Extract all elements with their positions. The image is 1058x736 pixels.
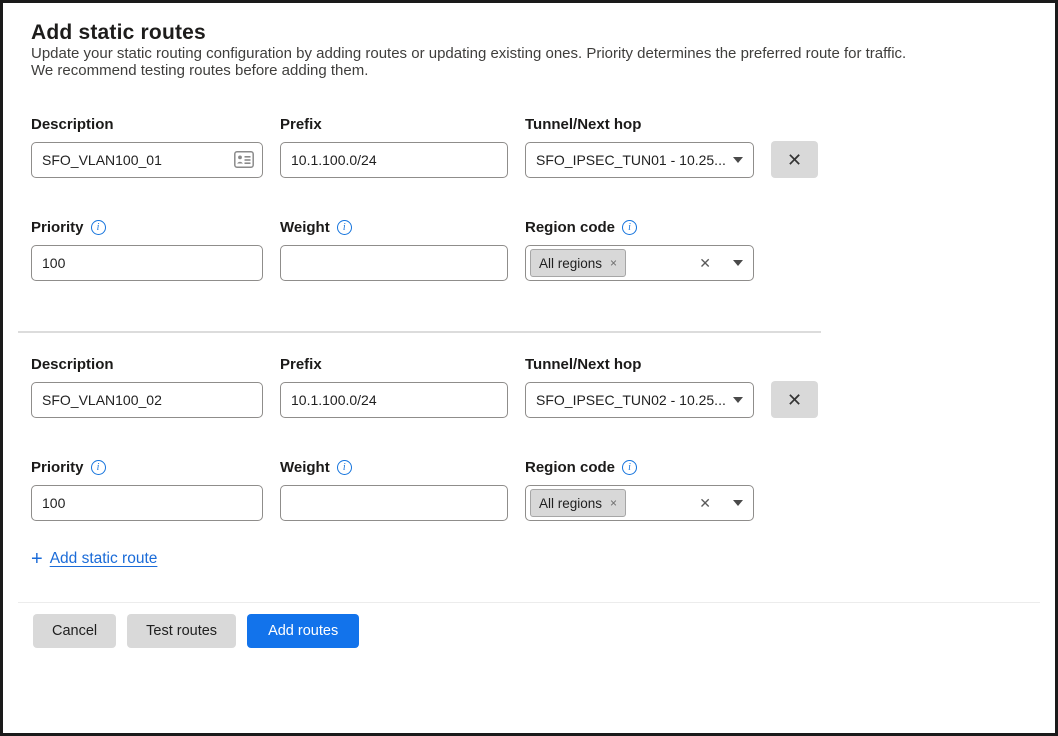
region-code-field: Region code i All regions × ✕ [525,458,754,521]
contact-card-icon[interactable] [234,151,254,168]
chevron-down-icon [733,157,743,163]
remove-route-button[interactable]: ✕ [771,381,818,418]
priority-label: Priority [31,218,84,237]
region-multiselect[interactable]: All regions × ✕ [525,485,754,521]
tunnel-next-hop-label: Tunnel/Next hop [525,355,754,374]
page-title: Add static routes [31,21,1027,45]
tunnel-field: Tunnel/Next hop SFO_IPSEC_TUN01 - 10.25.… [525,115,754,178]
clear-icon[interactable]: ✕ [699,496,711,510]
priority-field: Priority i [31,218,263,281]
tag-remove-icon[interactable]: × [610,497,617,509]
region-tag-label: All regions [539,256,602,271]
clear-icon[interactable]: ✕ [699,256,711,270]
prefix-input[interactable] [280,142,508,178]
description-input[interactable] [31,142,263,178]
info-icon[interactable]: i [337,220,352,235]
info-icon[interactable]: i [622,220,637,235]
info-icon[interactable]: i [337,460,352,475]
section-divider [18,331,821,333]
weight-label: Weight [280,218,330,237]
chevron-down-icon [733,500,743,506]
cancel-button[interactable]: Cancel [33,614,116,648]
priority-input[interactable] [31,485,263,521]
weight-input[interactable] [280,485,508,521]
chevron-down-icon [733,397,743,403]
priority-input[interactable] [31,245,263,281]
close-icon: ✕ [787,390,802,410]
info-icon[interactable]: i [91,220,106,235]
weight-label: Weight [280,458,330,477]
region-multiselect[interactable]: All regions × ✕ [525,245,754,281]
description-label: Description [31,355,263,374]
prefix-field: Prefix [280,355,508,418]
footer-actions: Cancel Test routes Add routes [31,603,1027,648]
intro-text: Update your static routing configuration… [31,45,1027,62]
tunnel-select-value: SFO_IPSEC_TUN02 - 10.25... [536,392,725,408]
priority-label: Priority [31,458,84,477]
plus-icon: + [31,549,43,569]
priority-field: Priority i [31,458,263,521]
info-icon[interactable]: i [622,460,637,475]
test-routes-button[interactable]: Test routes [127,614,236,648]
description-field: Description [31,115,263,178]
region-code-label: Region code [525,218,615,237]
tunnel-select[interactable]: SFO_IPSEC_TUN01 - 10.25... [525,142,754,178]
prefix-label: Prefix [280,115,508,134]
region-tag-label: All regions [539,496,602,511]
description-input[interactable] [31,382,263,418]
region-code-label: Region code [525,458,615,477]
prefix-label: Prefix [280,355,508,374]
tag-remove-icon[interactable]: × [610,257,617,269]
tunnel-next-hop-label: Tunnel/Next hop [525,115,754,134]
tunnel-field: Tunnel/Next hop SFO_IPSEC_TUN02 - 10.25.… [525,355,754,418]
close-icon: ✕ [787,150,802,170]
chevron-down-icon [733,260,743,266]
info-icon[interactable]: i [91,460,106,475]
recommendation-text: We recommend testing routes before addin… [31,62,1027,79]
tunnel-select[interactable]: SFO_IPSEC_TUN02 - 10.25... [525,382,754,418]
remove-route-button[interactable]: ✕ [771,141,818,178]
description-field: Description [31,355,263,418]
route-section-1: Description Prefix [31,115,1027,281]
tunnel-select-value: SFO_IPSEC_TUN01 - 10.25... [536,152,725,168]
region-tag: All regions × [530,489,626,517]
prefix-field: Prefix [280,115,508,178]
add-routes-button[interactable]: Add routes [247,614,359,648]
add-static-routes-dialog: Add static routes Update your static rou… [0,0,1058,736]
region-tag: All regions × [530,249,626,277]
add-static-route-link[interactable]: Add static route [50,550,158,568]
weight-field: Weight i [280,458,508,521]
weight-field: Weight i [280,218,508,281]
region-code-field: Region code i All regions × ✕ [525,218,754,281]
route-section-2: Description Prefix Tunnel/Next hop SFO_I… [31,355,1027,521]
prefix-input[interactable] [280,382,508,418]
weight-input[interactable] [280,245,508,281]
description-label: Description [31,115,263,134]
